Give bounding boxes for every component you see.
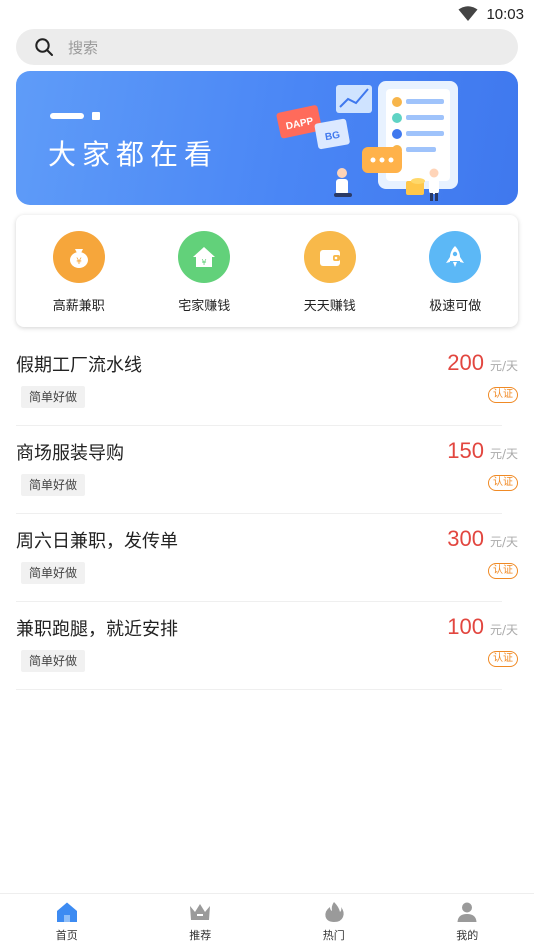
category-work-from-home[interactable]: ¥ 宅家赚钱 bbox=[149, 231, 259, 314]
money-bag-icon: ¥ bbox=[52, 231, 105, 283]
verified-badge: 认证 bbox=[488, 651, 518, 667]
verified-badge: 认证 bbox=[488, 475, 518, 491]
rocket-icon bbox=[429, 231, 482, 283]
job-price: 300 元/天 bbox=[447, 526, 518, 552]
job-tag: 简单好做 bbox=[21, 386, 86, 408]
category-label: 天天赚钱 bbox=[303, 299, 356, 314]
job-item[interactable]: 兼职跑腿，就近安排 简单好做 100 元/天 认证 bbox=[16, 602, 518, 690]
search-placeholder: 搜索 bbox=[68, 38, 99, 57]
banner-illustration: DAPP BG bbox=[276, 81, 458, 201]
status-bar: 10:03 bbox=[0, 0, 534, 28]
tab-label: 热门 bbox=[322, 929, 345, 942]
price-amount: 300 bbox=[447, 526, 484, 551]
job-tag: 简单好做 bbox=[21, 474, 86, 496]
job-title: 商场服装导购 bbox=[16, 443, 124, 464]
price-unit: 元/天 bbox=[489, 359, 518, 373]
banner-dash bbox=[50, 113, 84, 119]
job-title: 假期工厂流水线 bbox=[16, 355, 142, 376]
price-amount: 200 bbox=[447, 350, 484, 375]
tab-label: 首页 bbox=[55, 929, 78, 942]
user-icon bbox=[457, 902, 477, 922]
job-item[interactable]: 假期工厂流水线 简单好做 200 元/天 认证 bbox=[16, 338, 518, 426]
job-price: 100 元/天 bbox=[447, 614, 518, 640]
banner-title: 大家都在看 bbox=[48, 138, 219, 171]
price-amount: 150 bbox=[447, 438, 484, 463]
fire-icon bbox=[325, 902, 344, 922]
tab-profile[interactable]: 我的 bbox=[422, 894, 512, 943]
wallet-icon bbox=[303, 231, 356, 283]
tab-label: 我的 bbox=[456, 929, 479, 942]
tab-hot[interactable]: 热门 bbox=[289, 894, 379, 943]
job-title: 兼职跑腿，就近安排 bbox=[16, 619, 178, 640]
price-unit: 元/天 bbox=[489, 535, 518, 549]
price-amount: 100 bbox=[447, 614, 484, 639]
category-label: 高薪兼职 bbox=[52, 299, 105, 314]
banner-dot bbox=[92, 112, 100, 120]
app-screen: 10:03 搜索 大家都在看 DAPP BG ¥ 高薪兼职 ¥ 宅家赚钱 天天赚… bbox=[0, 0, 534, 949]
job-tag: 简单好做 bbox=[21, 562, 86, 584]
search-bar[interactable]: 搜索 bbox=[16, 29, 518, 65]
promo-banner[interactable]: 大家都在看 DAPP BG bbox=[16, 71, 518, 205]
category-card: ¥ 高薪兼职 ¥ 宅家赚钱 天天赚钱 极速可做 bbox=[16, 215, 518, 327]
category-high-pay[interactable]: ¥ 高薪兼职 bbox=[24, 231, 134, 314]
job-price: 200 元/天 bbox=[447, 350, 518, 376]
category-label: 极速可做 bbox=[429, 299, 482, 314]
job-price: 150 元/天 bbox=[447, 438, 518, 464]
job-item[interactable]: 商场服装导购 简单好做 150 元/天 认证 bbox=[16, 426, 518, 514]
home-icon bbox=[56, 902, 77, 922]
verified-badge: 认证 bbox=[488, 387, 518, 403]
svg-text:¥: ¥ bbox=[76, 257, 82, 267]
price-unit: 元/天 bbox=[489, 623, 518, 637]
crown-icon bbox=[190, 904, 211, 920]
bottom-tab-bar: 首页 推荐 热门 我的 bbox=[0, 893, 534, 949]
wifi-icon bbox=[458, 6, 478, 21]
price-unit: 元/天 bbox=[489, 447, 518, 461]
status-time: 10:03 bbox=[486, 5, 524, 23]
search-icon bbox=[35, 38, 53, 56]
tab-recommend[interactable]: 推荐 bbox=[155, 894, 245, 943]
svg-text:¥: ¥ bbox=[202, 258, 207, 267]
job-item[interactable]: 周六日兼职，发传单 简单好做 300 元/天 认证 bbox=[16, 514, 518, 602]
house-icon: ¥ bbox=[178, 231, 231, 283]
tab-home[interactable]: 首页 bbox=[22, 894, 112, 943]
job-title: 周六日兼职，发传单 bbox=[16, 531, 178, 552]
tab-label: 推荐 bbox=[189, 929, 212, 942]
category-daily-earn[interactable]: 天天赚钱 bbox=[275, 231, 385, 314]
category-quick-start[interactable]: 极速可做 bbox=[400, 231, 510, 314]
verified-badge: 认证 bbox=[488, 563, 518, 579]
job-tag: 简单好做 bbox=[21, 650, 86, 672]
job-list: 假期工厂流水线 简单好做 200 元/天 认证 商场服装导购 简单好做 150 … bbox=[16, 338, 518, 690]
category-label: 宅家赚钱 bbox=[178, 299, 231, 314]
